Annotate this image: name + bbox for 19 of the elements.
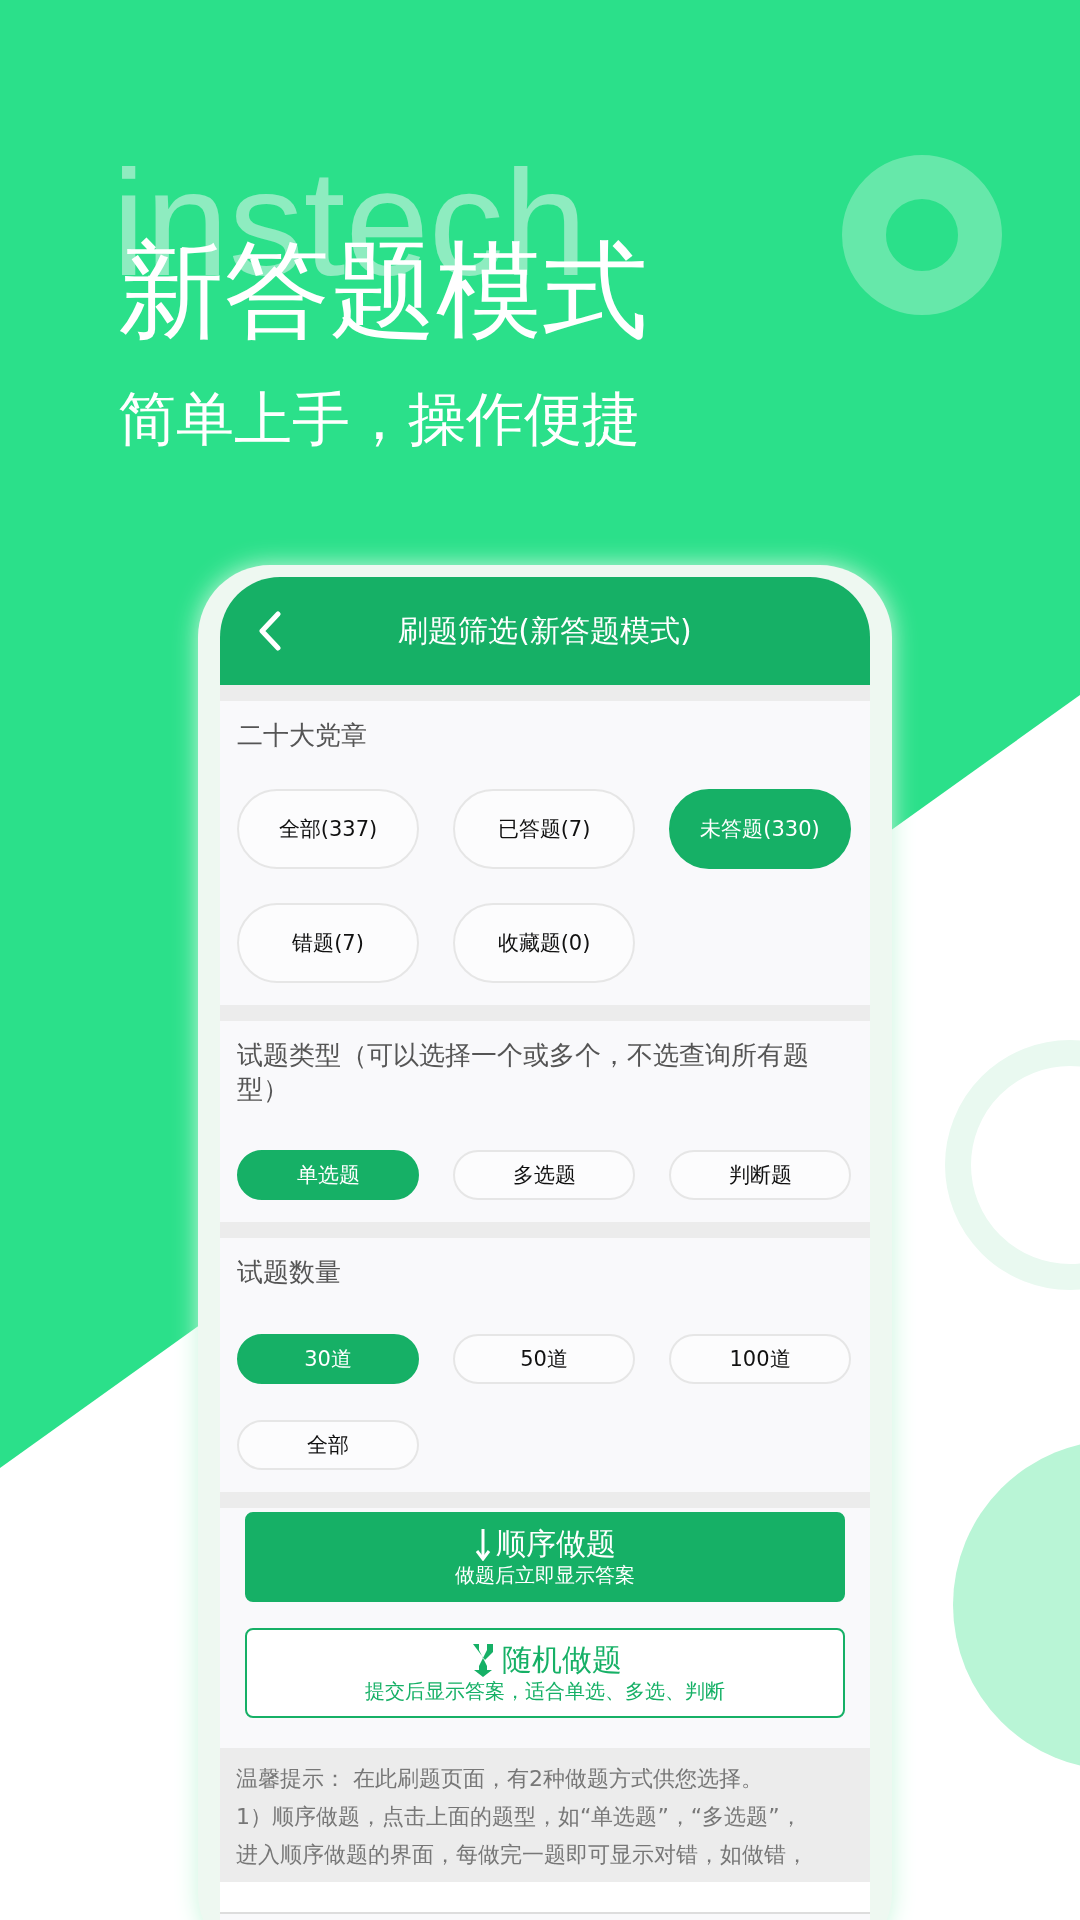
filter-option[interactable]: 全部 bbox=[237, 1420, 419, 1471]
hero-subtitle: 简单上手，操作便捷 bbox=[118, 388, 640, 452]
filter-option[interactable]: 错题(7) bbox=[237, 902, 419, 983]
filter-option[interactable]: 全部(337) bbox=[237, 788, 419, 869]
tip-text: 温馨提示： 在此刷题页面，有2种做题方式供您选择。 bbox=[236, 1765, 764, 1794]
section-label: 试题类型（可以选择一个或多个，不选查询所有题型） bbox=[237, 1038, 810, 1106]
tip-text: 1）顺序做题，点击上面的题型，如“单选题”，“多选题”， bbox=[236, 1803, 803, 1832]
filter-option[interactable]: 收藏题(0) bbox=[453, 902, 635, 983]
filter-option[interactable]: 50道 bbox=[453, 1334, 635, 1385]
header-title: 刷题筛选(新答题模式) bbox=[398, 611, 692, 650]
section-label: 二十大党章 bbox=[237, 719, 368, 752]
filter-option[interactable]: 判断题 bbox=[669, 1150, 851, 1201]
filter-option[interactable]: 多选题 bbox=[453, 1150, 635, 1201]
section-label: 试题数量 bbox=[237, 1256, 342, 1290]
down-arrow-icon bbox=[474, 1527, 492, 1562]
filter-option[interactable]: 100道 bbox=[669, 1334, 851, 1385]
back-icon[interactable] bbox=[258, 611, 282, 651]
tip-text: 进入顺序做题的界面，每做完一题即可显示对错，如做错， bbox=[236, 1841, 809, 1870]
filter-option[interactable]: 已答题(7) bbox=[453, 788, 635, 869]
